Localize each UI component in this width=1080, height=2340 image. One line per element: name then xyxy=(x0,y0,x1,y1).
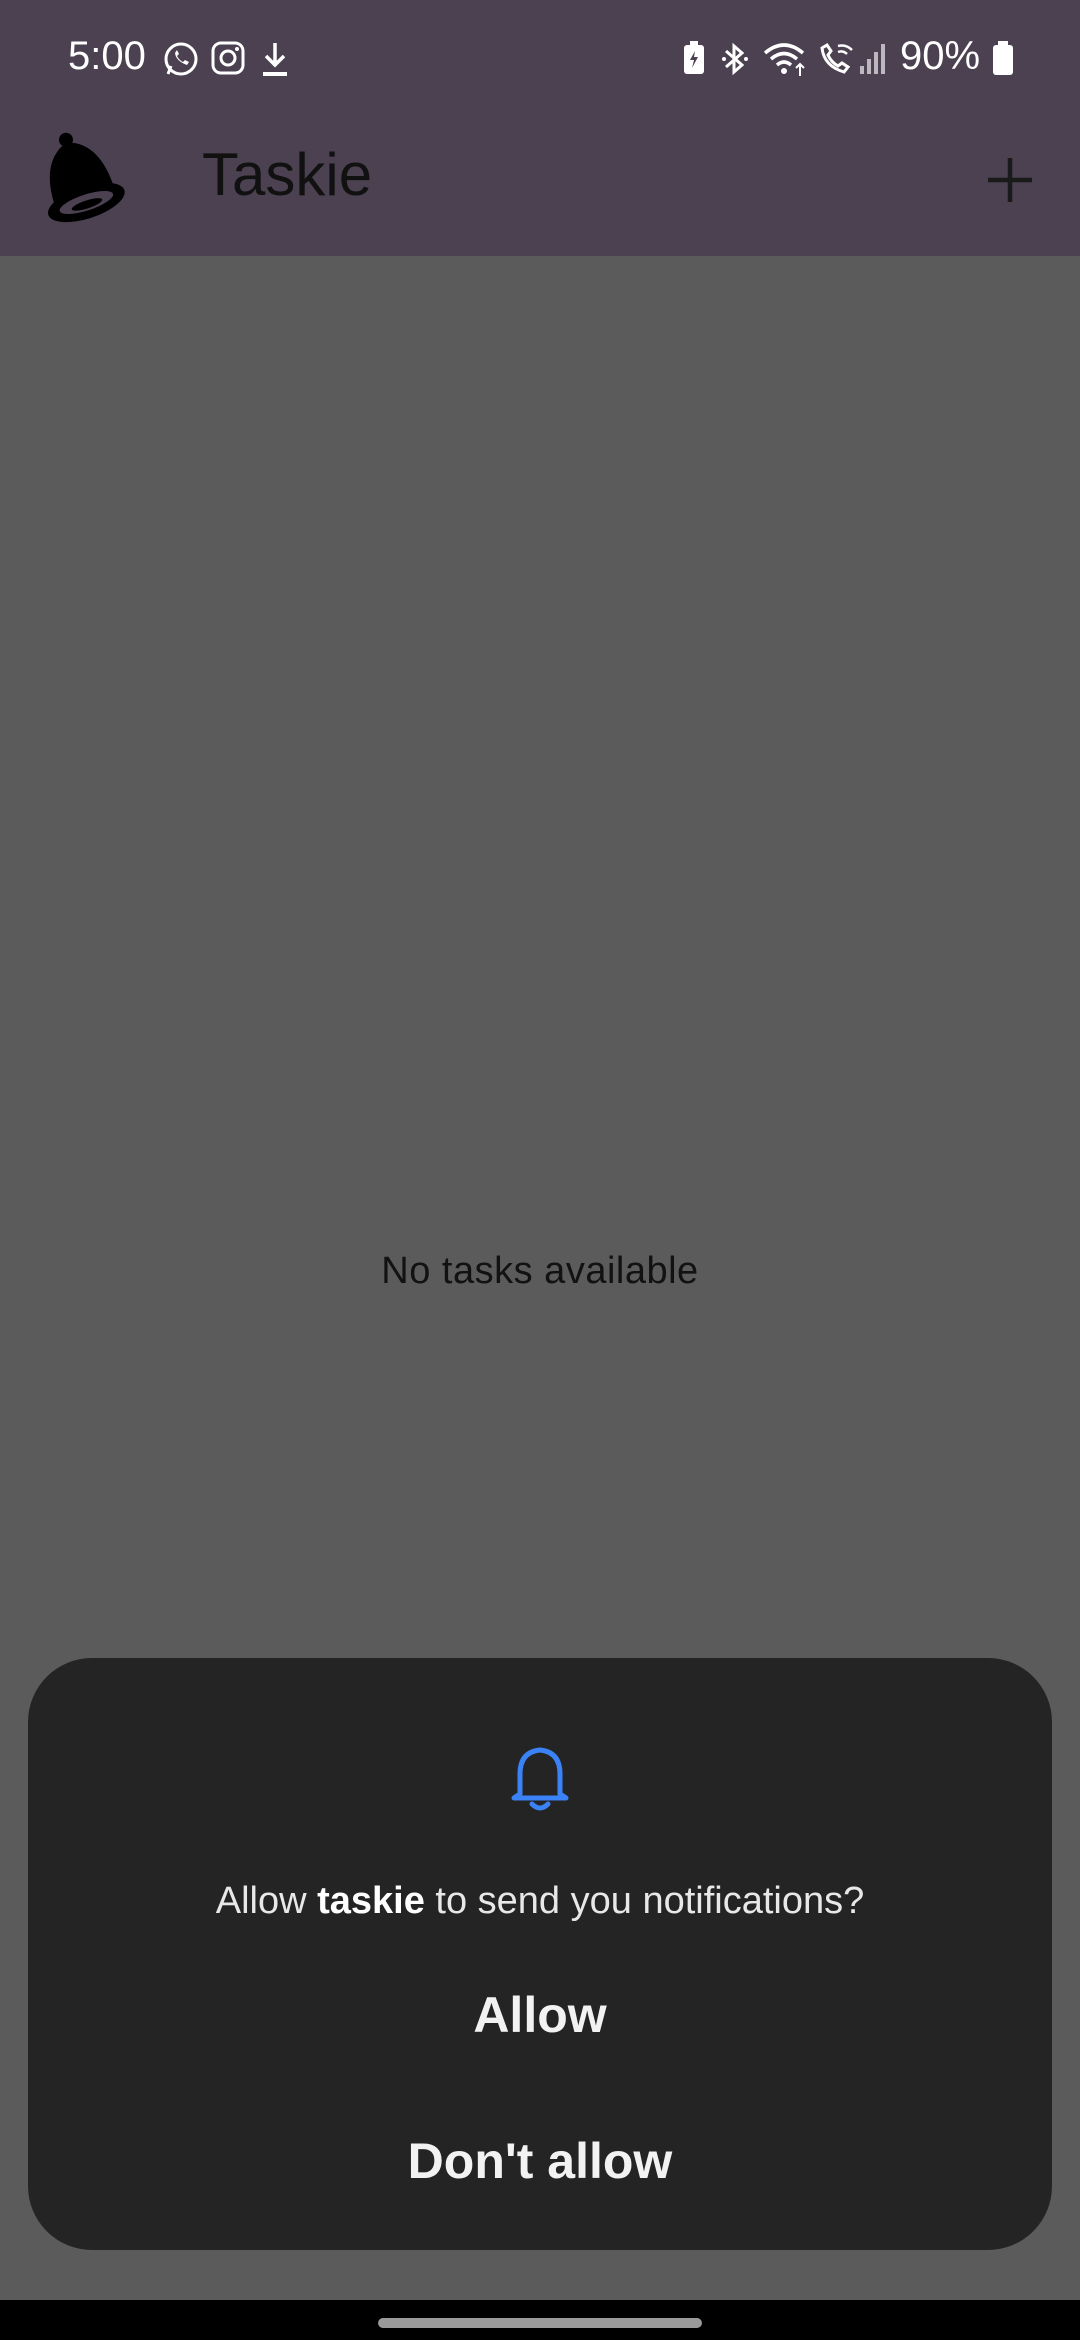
notification-permission-dialog: Allow taskie to send you notifications? … xyxy=(28,1658,1052,2250)
allow-button[interactable]: Allow xyxy=(28,1970,1052,2060)
home-indicator[interactable] xyxy=(378,2318,702,2328)
app-title: Taskie xyxy=(202,141,373,208)
bluetooth-icon xyxy=(720,40,750,83)
download-icon xyxy=(260,40,290,83)
dont-allow-button[interactable]: Don't allow xyxy=(28,2116,1052,2206)
screen: 5:00 90% Taskie No tasks available Allow… xyxy=(0,0,1080,2340)
whatsapp-icon xyxy=(162,40,200,83)
bell-icon xyxy=(18,120,138,245)
empty-state-message: No tasks available xyxy=(381,1250,699,1292)
dialog-app-name: taskie xyxy=(317,1880,425,1922)
battery-icon xyxy=(992,40,1014,81)
navigation-bar xyxy=(0,2300,1080,2340)
dialog-message-suffix: to send you notifications? xyxy=(424,1880,865,1922)
instagram-icon xyxy=(210,40,246,81)
plus-icon xyxy=(970,158,1050,224)
app-bar: Taskie xyxy=(0,120,1080,256)
signal-icon xyxy=(858,40,886,81)
bell-outline-icon xyxy=(508,1740,572,1819)
battery-saver-icon xyxy=(682,40,706,81)
wifi-calling-icon xyxy=(816,40,856,83)
battery-percentage: 90% xyxy=(900,34,981,78)
dialog-message: Allow taskie to send you notifications? xyxy=(28,1880,1052,1923)
status-time: 5:00 xyxy=(68,34,146,78)
status-bar: 5:00 90% xyxy=(0,0,1080,120)
add-task-button[interactable] xyxy=(970,140,1050,220)
dialog-message-prefix: Allow xyxy=(215,1880,318,1922)
wifi-icon xyxy=(762,40,810,83)
